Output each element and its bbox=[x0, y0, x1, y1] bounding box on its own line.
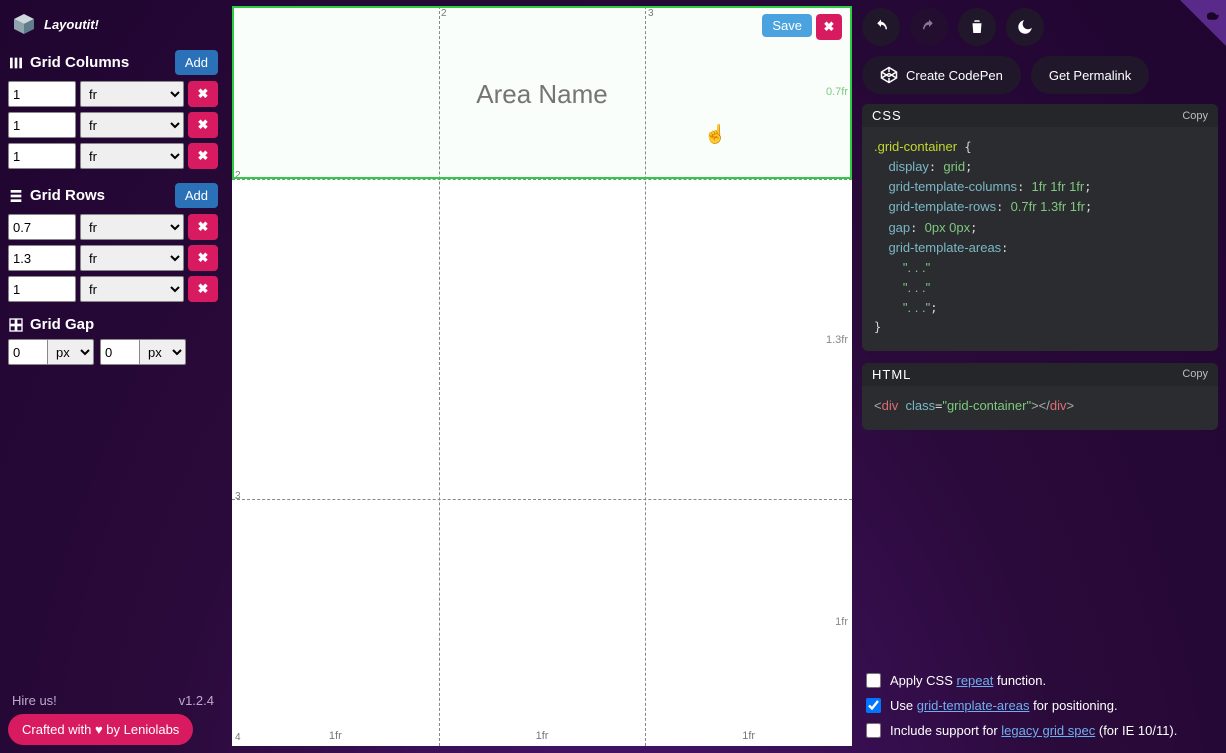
right-panel: Create CodePen Get Permalink CSS Copy .g… bbox=[862, 8, 1218, 745]
col-size-labels: 1fr 1fr 1fr bbox=[232, 730, 852, 742]
option-legacy[interactable]: Include support for legacy grid spec (fo… bbox=[862, 720, 1218, 741]
cancel-area-button[interactable]: ✖ bbox=[816, 14, 842, 40]
cursor-icon: ☝ bbox=[704, 124, 726, 145]
delete-column-button[interactable]: ✖ bbox=[188, 112, 218, 138]
html-code-block: HTML Copy <div class="grid-container"></… bbox=[862, 363, 1218, 430]
copy-css-button[interactable]: Copy bbox=[1182, 110, 1208, 122]
css-code-block: CSS Copy .grid-container { display: grid… bbox=[862, 104, 1218, 351]
rows-title: Grid Rows bbox=[30, 187, 169, 204]
row-track-row: fr✖ bbox=[8, 276, 218, 302]
option-repeat[interactable]: Apply CSS repeat function. bbox=[862, 670, 1218, 691]
option-areas-checkbox[interactable] bbox=[866, 698, 881, 713]
app-title: Layoutit! bbox=[44, 17, 99, 32]
dark-mode-button[interactable] bbox=[1006, 8, 1044, 46]
sidebar: Layoutit! Grid Columns Add fr✖fr✖fr✖ Gri… bbox=[8, 8, 218, 745]
row-size-input[interactable] bbox=[8, 276, 76, 302]
row-size-input[interactable] bbox=[8, 245, 76, 271]
row-marker: 3 bbox=[235, 491, 241, 502]
save-area-button[interactable]: Save bbox=[762, 14, 812, 37]
delete-column-button[interactable]: ✖ bbox=[188, 81, 218, 107]
column-track-row: fr✖ bbox=[8, 112, 218, 138]
codepen-icon bbox=[880, 66, 898, 84]
hire-link[interactable]: Hire us! bbox=[12, 693, 57, 708]
delete-button[interactable] bbox=[958, 8, 996, 46]
css-code[interactable]: .grid-container { display: grid; grid-te… bbox=[862, 127, 1218, 351]
option-areas[interactable]: Use grid-template-areas for positioning. bbox=[862, 695, 1218, 716]
column-size-input[interactable] bbox=[8, 112, 76, 138]
column-track-row: fr✖ bbox=[8, 81, 218, 107]
row-unit-select[interactable]: fr bbox=[80, 214, 184, 240]
gap-title: Grid Gap bbox=[30, 316, 218, 333]
get-permalink-button[interactable]: Get Permalink bbox=[1031, 56, 1149, 94]
copy-html-button[interactable]: Copy bbox=[1182, 368, 1208, 380]
undo-button[interactable] bbox=[862, 8, 900, 46]
column-size-input[interactable] bbox=[8, 81, 76, 107]
corner-badge[interactable] bbox=[1180, 0, 1226, 46]
option-legacy-checkbox[interactable] bbox=[866, 723, 881, 738]
grid-canvas[interactable]: 2 3 2 3 4 0.7fr 1.3fr 1fr 1fr 1fr 1fr Sa… bbox=[232, 6, 852, 746]
row-size-label: 1.3fr bbox=[788, 334, 848, 346]
delete-column-button[interactable]: ✖ bbox=[188, 143, 218, 169]
gap-row-input[interactable] bbox=[100, 339, 140, 365]
create-codepen-button[interactable]: Create CodePen bbox=[862, 56, 1021, 94]
row-size-label: 1fr bbox=[788, 616, 848, 628]
delete-row-button[interactable]: ✖ bbox=[188, 276, 218, 302]
row-size-input[interactable] bbox=[8, 214, 76, 240]
cube-icon bbox=[12, 12, 36, 36]
gap-row-unit[interactable]: px bbox=[140, 339, 186, 365]
crafted-button[interactable]: Crafted with ♥ by Leniolabs bbox=[8, 714, 193, 745]
grid-line-horizontal bbox=[232, 499, 852, 500]
options: Apply CSS repeat function. Use grid-temp… bbox=[862, 666, 1218, 745]
gap-icon bbox=[8, 317, 24, 333]
row-unit-select[interactable]: fr bbox=[80, 276, 184, 302]
delete-row-button[interactable]: ✖ bbox=[188, 214, 218, 240]
selected-area[interactable]: Save ✖ bbox=[232, 6, 852, 179]
columns-icon bbox=[8, 55, 24, 71]
delete-row-button[interactable]: ✖ bbox=[188, 245, 218, 271]
gap-col-input[interactable] bbox=[8, 339, 48, 365]
version-label: v1.2.4 bbox=[179, 693, 214, 708]
columns-title: Grid Columns bbox=[30, 54, 169, 71]
area-name-input[interactable] bbox=[412, 78, 672, 111]
rows-icon bbox=[8, 188, 24, 204]
grid-line-horizontal bbox=[232, 179, 852, 180]
gap-col-unit[interactable]: px bbox=[48, 339, 94, 365]
rows-header: Grid Rows Add bbox=[8, 183, 218, 208]
row-unit-select[interactable]: fr bbox=[80, 245, 184, 271]
option-repeat-checkbox[interactable] bbox=[866, 673, 881, 688]
column-size-input[interactable] bbox=[8, 143, 76, 169]
add-column-button[interactable]: Add bbox=[175, 50, 218, 75]
column-unit-select[interactable]: fr bbox=[80, 143, 184, 169]
html-code[interactable]: <div class="grid-container"></div> bbox=[862, 386, 1218, 430]
row-track-row: fr✖ bbox=[8, 245, 218, 271]
html-head-label: HTML bbox=[872, 367, 911, 382]
column-unit-select[interactable]: fr bbox=[80, 112, 184, 138]
redo-button bbox=[910, 8, 948, 46]
css-head-label: CSS bbox=[872, 108, 902, 123]
row-track-row: fr✖ bbox=[8, 214, 218, 240]
app-logo[interactable]: Layoutit! bbox=[12, 12, 218, 36]
add-row-button[interactable]: Add bbox=[175, 183, 218, 208]
column-unit-select[interactable]: fr bbox=[80, 81, 184, 107]
columns-header: Grid Columns Add bbox=[8, 50, 218, 75]
gap-header: Grid Gap bbox=[8, 316, 218, 333]
column-track-row: fr✖ bbox=[8, 143, 218, 169]
